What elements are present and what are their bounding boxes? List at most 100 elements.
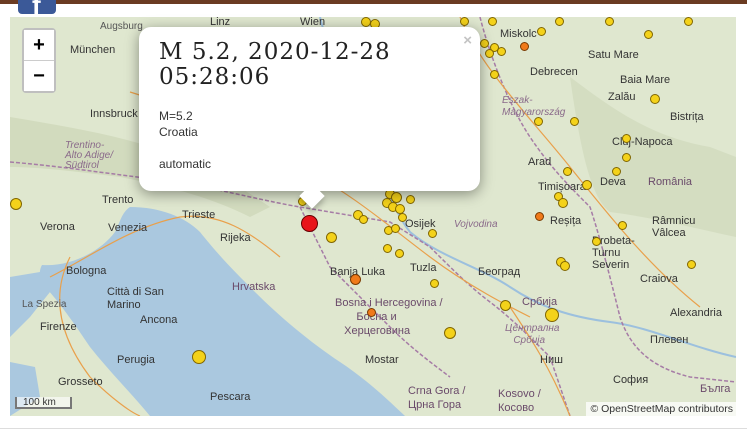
facebook-icon[interactable]: f	[18, 0, 56, 20]
quake-marker[interactable]	[350, 274, 361, 285]
quake-marker[interactable]	[534, 117, 543, 126]
label-innsbruck: Innsbruck	[90, 108, 138, 120]
label-trentino: Trentino- Alto Adige/Südtirol	[65, 140, 113, 171]
quake-marker[interactable]	[497, 47, 506, 56]
label-bih: Bosna i Hercegovina / Босна и Херцеговин…	[335, 297, 443, 337]
quake-marker[interactable]	[480, 39, 489, 48]
quake-marker[interactable]	[612, 167, 621, 176]
quake-marker[interactable]	[485, 49, 494, 58]
zoom-control: + −	[22, 28, 56, 93]
quake-marker[interactable]	[520, 42, 529, 51]
quake-marker[interactable]	[535, 212, 544, 221]
quake-marker[interactable]	[560, 261, 570, 271]
quake-marker[interactable]	[592, 237, 601, 246]
quake-marker[interactable]	[684, 17, 693, 26]
quake-marker[interactable]	[10, 198, 22, 210]
popup-magnitude: M=5.2	[159, 109, 193, 123]
label-augsburg: Augsburg	[100, 21, 143, 32]
quake-marker[interactable]	[460, 17, 469, 26]
label-rijeka: Rijeka	[220, 232, 251, 244]
label-san-marino: Città di San Marino	[107, 286, 164, 311]
label-satu-mare: Satu Mare	[588, 49, 639, 61]
quake-marker[interactable]	[555, 17, 564, 26]
quake-marker[interactable]	[622, 153, 631, 162]
label-zalau: Zalău	[608, 91, 636, 103]
quake-marker[interactable]	[383, 244, 392, 253]
zoom-in-button[interactable]: +	[24, 30, 54, 61]
label-perugia: Perugia	[117, 354, 155, 366]
label-romania: România	[648, 176, 693, 188]
label-kosovo: Kosovo / Косово	[498, 388, 541, 414]
popup-region: Croatia	[159, 125, 198, 139]
label-mostar: Mostar	[365, 354, 399, 366]
label-ancona: Ancona	[140, 314, 178, 326]
label-miskolc: Miskolc	[500, 28, 537, 40]
label-bistrita: Bistrița	[670, 111, 704, 123]
quake-marker[interactable]	[488, 17, 497, 26]
quake-marker[interactable]	[582, 180, 592, 190]
highlighted-quake-marker[interactable]	[301, 215, 318, 232]
label-deva: Deva	[600, 176, 626, 188]
label-firenze: Firenze	[40, 321, 77, 333]
quake-marker[interactable]	[395, 249, 404, 258]
quake-marker[interactable]	[558, 198, 568, 208]
popup-mode: automatic	[159, 157, 212, 171]
scale-bar: 100 km	[15, 397, 72, 409]
label-tuzla: Tuzla	[410, 262, 437, 274]
quake-marker[interactable]	[430, 279, 439, 288]
label-spezia: La Spezia	[22, 299, 67, 310]
label-alexandria: Alexandria	[670, 307, 722, 319]
quake-marker[interactable]	[500, 300, 511, 311]
label-ramnicu: Râmnicu Vâlcea	[652, 215, 696, 239]
quake-marker[interactable]	[618, 221, 627, 230]
zoom-out-button[interactable]: −	[24, 61, 54, 91]
quake-marker[interactable]	[406, 195, 415, 204]
quake-marker[interactable]	[192, 350, 206, 364]
label-beograd: Београд	[478, 266, 521, 278]
label-resita: Reșița	[550, 215, 582, 227]
label-vojvodina: Vojvodina	[454, 219, 498, 230]
label-eszak: Észak- Magyarország	[502, 95, 566, 118]
label-pleven: Плевен	[650, 334, 689, 346]
label-nis: Ниш	[540, 354, 563, 366]
quake-marker[interactable]	[391, 224, 400, 233]
popup-close-button[interactable]: ×	[463, 32, 472, 49]
label-grosseto: Grosseto	[58, 376, 103, 388]
label-craiova: Craiova	[640, 273, 678, 285]
label-debrecen: Debrecen	[530, 66, 578, 78]
label-trieste: Trieste	[182, 209, 216, 221]
label-centralna: Централна Србија	[505, 323, 560, 346]
top-bar	[0, 0, 747, 4]
quake-marker[interactable]	[687, 260, 696, 269]
page-divider	[0, 428, 747, 429]
quake-marker[interactable]	[367, 308, 376, 317]
quake-marker[interactable]	[428, 229, 437, 238]
attribution[interactable]: © OpenStreetMap contributors	[586, 402, 737, 416]
label-baia-mare: Baia Mare	[620, 74, 671, 86]
label-timisoara: Timișoara	[538, 181, 586, 193]
quake-marker[interactable]	[537, 27, 546, 36]
label-venezia: Venezia	[108, 222, 148, 234]
quake-marker[interactable]	[563, 167, 572, 176]
quake-marker[interactable]	[490, 70, 499, 79]
label-hrvatska: Hrvatska	[232, 281, 276, 293]
quake-marker[interactable]	[605, 17, 614, 26]
quake-marker[interactable]	[326, 232, 337, 243]
label-crna-gora: Crna Gora / Црна Гора	[408, 385, 466, 411]
label-sofia: София	[613, 374, 649, 386]
quake-marker[interactable]	[359, 215, 368, 224]
quake-marker[interactable]	[398, 213, 407, 222]
label-bulgaria: Бълга	[700, 383, 731, 395]
quake-marker[interactable]	[644, 30, 653, 39]
quake-marker[interactable]	[444, 327, 456, 339]
popup-title: M 5.2, 2020-12-28 05:28:06	[159, 39, 391, 90]
label-bologna: Bologna	[66, 265, 107, 277]
earthquake-popup: × M 5.2, 2020-12-28 05:28:06 M=5.2 Croat…	[139, 27, 480, 209]
quake-marker[interactable]	[650, 94, 660, 104]
label-verona: Verona	[40, 221, 75, 233]
label-pescara: Pescara	[210, 391, 251, 403]
quake-marker[interactable]	[570, 117, 579, 126]
quake-marker[interactable]	[622, 134, 631, 143]
label-trento: Trento	[102, 194, 134, 206]
quake-marker[interactable]	[545, 308, 559, 322]
